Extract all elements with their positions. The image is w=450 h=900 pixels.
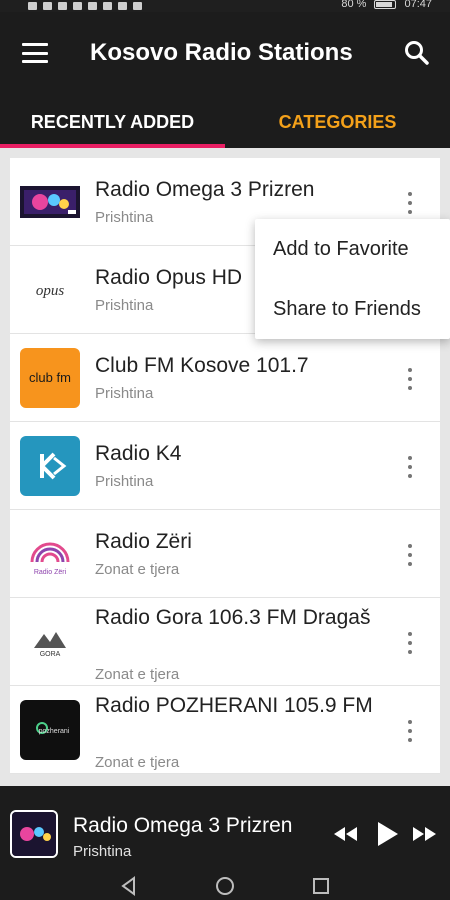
more-options-icon[interactable] (400, 632, 420, 654)
notification-icon (88, 2, 97, 10)
battery-icon (374, 0, 397, 9)
battery-percent: 80 % (341, 0, 367, 10)
list-item[interactable]: pozherani Radio POZHERANI 105.9 FM Zonat… (10, 686, 440, 774)
back-icon[interactable] (118, 875, 140, 897)
tab-recently-added[interactable]: RECENTLY ADDED (0, 96, 225, 148)
k4-logo (20, 436, 80, 496)
station-location: Zonat e tjera (95, 754, 180, 771)
clock: 07:47 (404, 0, 432, 10)
tab-bar: RECENTLY ADDED CATEGORIES (0, 96, 450, 148)
more-options-icon[interactable] (400, 544, 420, 566)
gora-logo: GORA (20, 612, 80, 672)
play-icon[interactable] (372, 819, 402, 849)
station-location: Zonat e tjera (95, 561, 180, 578)
more-options-icon[interactable] (400, 192, 420, 214)
hamburger-icon[interactable] (22, 43, 48, 63)
now-playing-location: Prishtina (73, 843, 132, 860)
pozherani-logo-text: pozherani (39, 728, 70, 735)
station-location: Prishtina (95, 385, 154, 402)
gora-logo-text: GORA (40, 651, 61, 658)
list-item[interactable]: Radio K4 Prishtina (10, 422, 440, 510)
notification-icon (133, 2, 142, 10)
station-title: Radio POZHERANI 105.9 FM (95, 694, 373, 717)
system-nav-bar (0, 866, 450, 900)
home-icon[interactable] (214, 875, 236, 897)
station-title: Radio Gora 106.3 FM Dragaš (95, 606, 371, 629)
zeri-logo-text: Radio Zëri (34, 569, 67, 576)
tab-categories[interactable]: CATEGORIES (225, 96, 450, 148)
station-title: Radio Zëri (95, 530, 192, 553)
station-location: Zonat e tjera (95, 666, 180, 683)
status-system-info: 80 % 07:47 (341, 0, 432, 10)
wifi-icon (43, 2, 52, 10)
station-location: Prishtina (95, 297, 154, 314)
recents-icon[interactable] (310, 875, 332, 897)
now-playing-title: Radio Omega 3 Prizren (73, 814, 293, 837)
pozherani-logo: pozherani (20, 700, 80, 760)
usb-icon (58, 2, 67, 10)
list-item[interactable]: Radio Zëri Radio Zëri Zonat e tjera (10, 510, 440, 598)
list-item[interactable]: GORA Radio Gora 106.3 FM Dragaš Zonat e … (10, 598, 440, 686)
rewind-icon[interactable] (330, 819, 360, 849)
page-title: Kosovo Radio Stations (90, 39, 353, 66)
app-bar: Kosovo Radio Stations (0, 12, 450, 96)
context-menu: Add to Favorite Share to Friends (255, 219, 450, 339)
now-playing-logo (10, 810, 58, 858)
station-title: Radio K4 (95, 442, 182, 465)
station-location: Prishtina (95, 209, 154, 226)
status-bar: 80 % 07:47 (0, 0, 450, 12)
clubfm-logo-text: club fm (29, 370, 71, 385)
more-options-icon[interactable] (400, 456, 420, 478)
list-item[interactable]: club fm Club FM Kosove 101.7 Prishtina (10, 334, 440, 422)
add-to-favorite-item[interactable]: Add to Favorite (255, 219, 450, 279)
search-icon[interactable] (402, 38, 432, 68)
fast-forward-icon[interactable] (410, 819, 440, 849)
mini-player[interactable]: Radio Omega 3 Prizren Prishtina (0, 786, 450, 866)
station-location: Prishtina (95, 473, 154, 490)
status-notification-icons (28, 0, 142, 12)
share-to-friends-item[interactable]: Share to Friends (255, 279, 450, 339)
omega-logo (20, 172, 80, 232)
opus-logo: opus (20, 260, 80, 320)
more-options-icon[interactable] (400, 720, 420, 742)
more-options-icon[interactable] (400, 368, 420, 390)
notification-icon (118, 2, 127, 10)
notification-icon (103, 2, 112, 10)
opus-logo-text: opus (36, 283, 65, 299)
signal-icon (28, 2, 37, 10)
notification-icon (73, 2, 82, 10)
station-title: Radio Omega 3 Prizren (95, 178, 315, 201)
station-title: Club FM Kosove 101.7 (95, 354, 309, 377)
clubfm-logo: club fm (20, 348, 80, 408)
zeri-logo: Radio Zëri (20, 524, 80, 584)
